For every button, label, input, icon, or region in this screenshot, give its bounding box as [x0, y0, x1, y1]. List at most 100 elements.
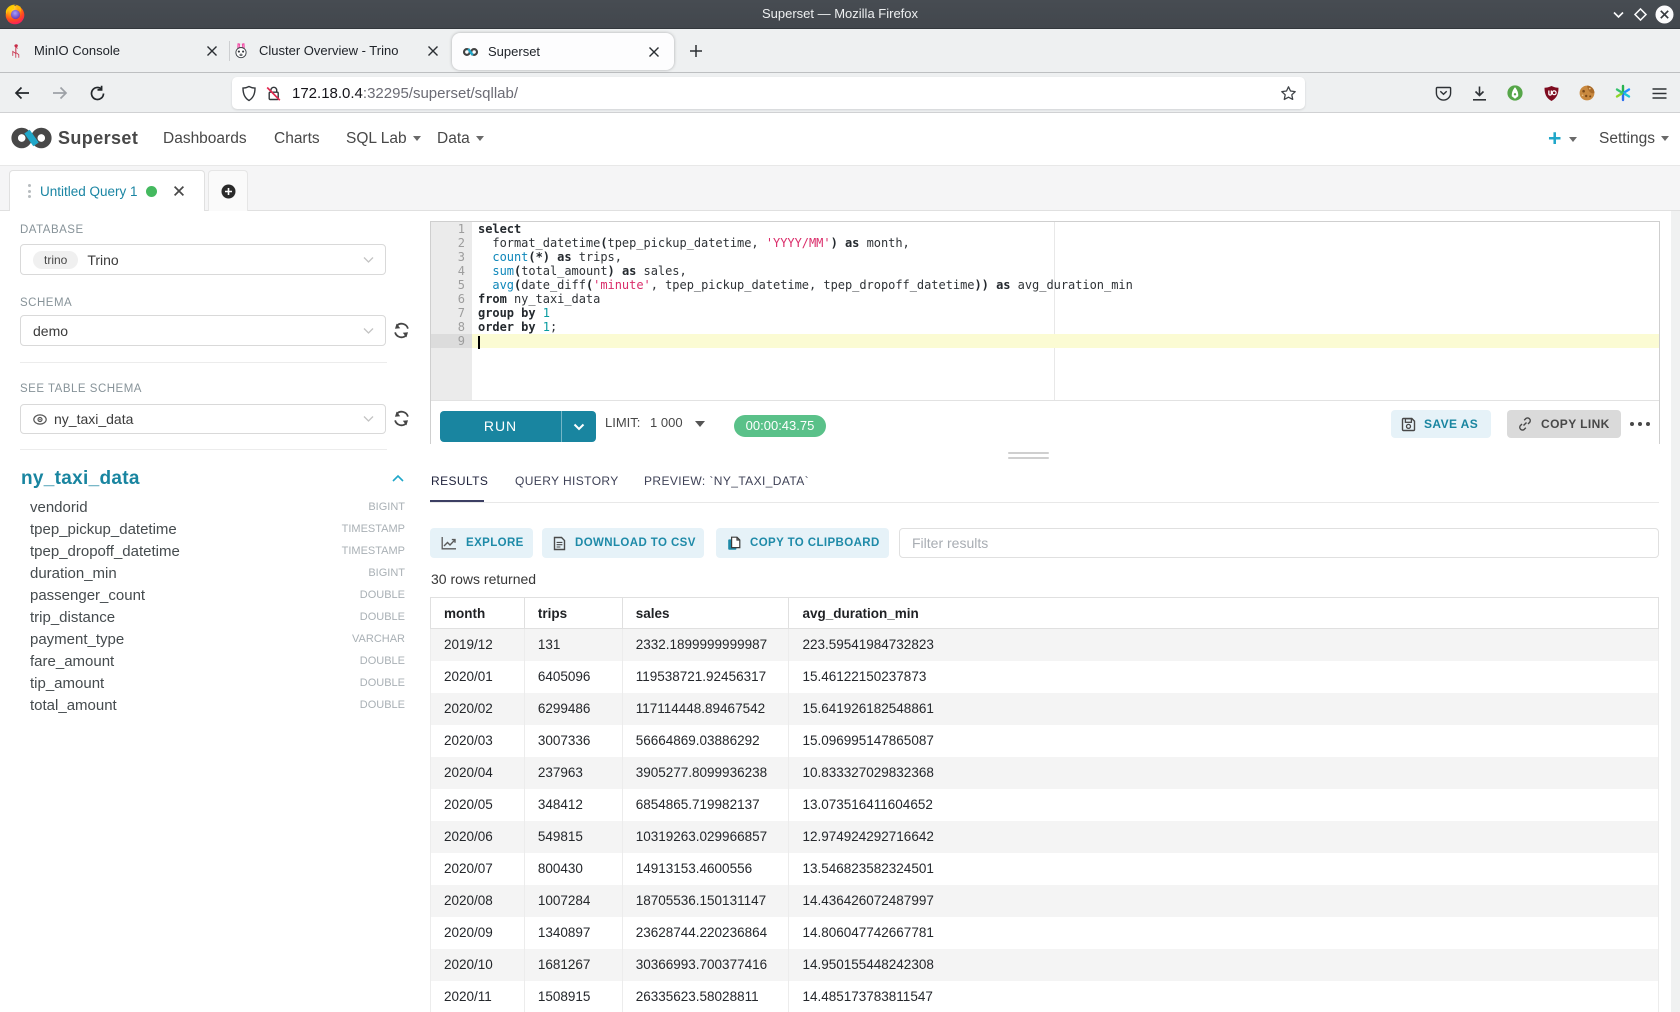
tab-close-icon[interactable] — [200, 39, 224, 63]
window-maximize-icon[interactable] — [1633, 7, 1648, 22]
schema-column-row[interactable]: total_amountDOUBLE — [30, 694, 405, 716]
tab-close-icon[interactable] — [421, 39, 445, 63]
schema-column-row[interactable]: vendoridBIGINT — [30, 496, 405, 518]
new-tab-button[interactable] — [682, 37, 710, 65]
code-line[interactable]: order by 1; — [472, 320, 1659, 334]
privacy-badger-icon[interactable] — [1502, 80, 1528, 106]
code-line[interactable] — [472, 334, 1659, 348]
extension-asterisk-icon[interactable] — [1610, 80, 1636, 106]
schema-column-row[interactable]: payment_typeVARCHAR — [30, 628, 405, 650]
page-scrollbar[interactable] — [1671, 211, 1680, 1012]
results-table-row[interactable]: 2020/10168126730366993.70037741614.95015… — [430, 949, 1659, 981]
results-table-row[interactable]: 2020/11150891526335623.5802881114.485173… — [430, 981, 1659, 1012]
chevron-up-icon[interactable] — [392, 474, 404, 483]
code-line[interactable]: avg(date_diff('minute', tpep_pickup_date… — [472, 278, 1659, 292]
menu-hamburger-icon[interactable] — [1646, 80, 1672, 106]
schema-column-row[interactable]: tpep_pickup_datetimeTIMESTAMP — [30, 518, 405, 540]
reload-button[interactable] — [81, 77, 113, 109]
results-column-header[interactable]: trips — [525, 598, 623, 630]
add-query-tab-button[interactable] — [208, 170, 248, 211]
drag-handle-icon[interactable] — [28, 184, 31, 198]
run-dropdown-icon[interactable] — [561, 411, 596, 442]
results-table-row[interactable]: 2020/016405096119538721.9245631715.46122… — [430, 661, 1659, 693]
nav-sql-lab[interactable]: SQL Lab — [346, 113, 421, 165]
code-line[interactable]: select — [472, 222, 1659, 236]
browser-tab-superset-active[interactable]: Superset — [452, 33, 674, 70]
nav-charts[interactable]: Charts — [274, 113, 320, 165]
schema-column-row[interactable]: tpep_dropoff_datetimeTIMESTAMP — [30, 540, 405, 562]
results-table-row[interactable]: 2020/026299486117114448.8946754215.64192… — [430, 693, 1659, 725]
tab-results[interactable]: RESULTS — [431, 474, 488, 488]
code-line[interactable]: from ny_taxi_data — [472, 292, 1659, 306]
window-close-icon[interactable] — [1655, 5, 1674, 24]
database-select[interactable]: trino Trino — [20, 244, 386, 275]
copy-clipboard-button[interactable]: COPY TO CLIPBOARD — [716, 528, 889, 558]
copy-link-button[interactable]: COPY LINK — [1507, 410, 1621, 438]
schema-column-row[interactable]: duration_minBIGINT — [30, 562, 405, 584]
schema-column-row[interactable]: trip_distanceDOUBLE — [30, 606, 405, 628]
insecure-lock-icon[interactable] — [265, 85, 282, 102]
query-tab-close-icon[interactable] — [173, 185, 185, 197]
browser-tab-trino[interactable]: Cluster Overview - Trino — [233, 29, 445, 72]
results-column-header[interactable]: month — [431, 598, 525, 630]
brand-name[interactable]: Superset — [58, 128, 138, 149]
explore-button[interactable]: EXPLORE — [430, 528, 533, 558]
sql-editor[interactable]: 123456789 select format_datetime(tpep_pi… — [431, 222, 1659, 400]
window-minimize-icon[interactable] — [1611, 7, 1626, 22]
save-as-label: SAVE AS — [1424, 417, 1478, 431]
cookie-extension-icon[interactable] — [1574, 80, 1600, 106]
refresh-tables-icon[interactable] — [391, 408, 412, 429]
nav-new-dropdown[interactable]: + — [1548, 113, 1577, 165]
ublock-origin-icon[interactable] — [1538, 80, 1564, 106]
code-line[interactable]: group by 1 — [472, 306, 1659, 320]
table-schema-title[interactable]: ny_taxi_data — [21, 468, 140, 490]
results-table-row[interactable]: 2020/03300733656664869.0388629215.096995… — [430, 725, 1659, 757]
back-button[interactable] — [6, 77, 38, 109]
tab-preview[interactable]: PREVIEW: `NY_TAXI_DATA` — [644, 474, 809, 488]
code-line[interactable]: count(*) as trips, — [472, 250, 1659, 264]
refresh-schemas-icon[interactable] — [391, 320, 412, 341]
run-button[interactable]: RUN — [440, 411, 596, 442]
nav-dashboards[interactable]: Dashboards — [163, 113, 247, 165]
pane-resize-handle[interactable] — [1008, 452, 1049, 461]
nav-settings[interactable]: Settings — [1599, 113, 1669, 165]
tab-query-history[interactable]: QUERY HISTORY — [515, 474, 619, 488]
editor-code[interactable]: select format_datetime(tpep_pickup_datet… — [472, 222, 1659, 400]
save-as-button[interactable]: SAVE AS — [1391, 410, 1491, 438]
table-select[interactable]: ny_taxi_data — [20, 404, 386, 434]
results-table-row[interactable]: 2020/053484126854865.71998213713.0735164… — [430, 789, 1659, 821]
code-line[interactable]: format_datetime(tpep_pickup_datetime, 'Y… — [472, 236, 1659, 250]
results-table-row[interactable]: 2020/08100728418705536.15013114714.43642… — [430, 885, 1659, 917]
code-line[interactable]: sum(total_amount) as sales, — [472, 264, 1659, 278]
tracking-shield-icon[interactable] — [241, 85, 257, 102]
limit-dropdown[interactable]: LIMIT: 1 000 — [605, 401, 705, 445]
results-table-row[interactable]: 2020/09134089723628744.22023686414.80604… — [430, 917, 1659, 949]
results-column-header[interactable]: avg_duration_min — [789, 598, 1658, 630]
superset-logo[interactable] — [10, 127, 53, 149]
schema-column-row[interactable]: tip_amountDOUBLE — [30, 672, 405, 694]
results-table-row[interactable]: 2020/042379633905277.809993623810.833327… — [430, 757, 1659, 789]
schema-column-row[interactable]: passenger_countDOUBLE — [30, 584, 405, 606]
download-csv-button[interactable]: DOWNLOAD TO CSV — [542, 528, 704, 558]
nav-data[interactable]: Data — [437, 113, 484, 165]
url-text[interactable]: 172.18.0.4:32295/superset/sqllab/ — [292, 85, 518, 102]
run-button-label[interactable]: RUN — [440, 411, 561, 442]
browser-tab-title: Cluster Overview - Trino — [259, 43, 398, 58]
query-tab-active[interactable]: Untitled Query 1 — [9, 170, 205, 211]
results-table-row[interactable]: 2020/0654981510319263.02996685712.974924… — [430, 821, 1659, 853]
browser-tab-minio[interactable]: MinIO Console — [8, 29, 224, 72]
results-table-cell: 2020/03 — [431, 725, 525, 757]
tab-close-icon[interactable] — [642, 40, 666, 64]
schema-column-row[interactable]: fare_amountDOUBLE — [30, 650, 405, 672]
downloads-icon[interactable] — [1466, 80, 1492, 106]
results-column-header[interactable]: sales — [623, 598, 790, 630]
forward-button[interactable] — [44, 77, 76, 109]
results-table-row[interactable]: 2020/0780043014913153.460055613.54682358… — [430, 853, 1659, 885]
pocket-icon[interactable] — [1430, 80, 1456, 106]
filter-results-input[interactable] — [899, 528, 1659, 558]
bookmark-star-icon[interactable] — [1280, 85, 1297, 102]
url-bar[interactable]: 172.18.0.4:32295/superset/sqllab/ — [232, 77, 1305, 109]
schema-select[interactable]: demo — [20, 315, 386, 346]
results-table-row[interactable]: 2019/121312332.1899999999987223.59541984… — [430, 629, 1659, 661]
more-menu-button[interactable] — [1623, 410, 1657, 438]
